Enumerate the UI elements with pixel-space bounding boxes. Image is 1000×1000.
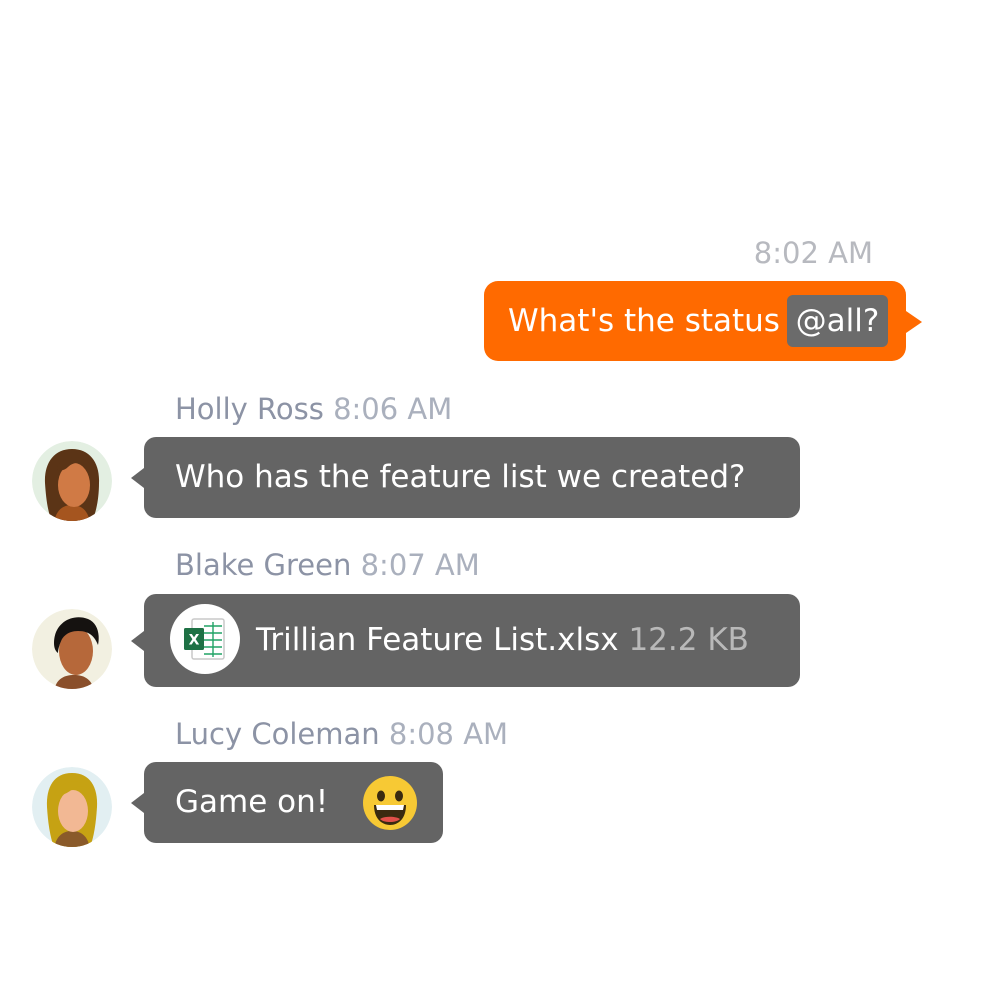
excel-file-icon[interactable]: X (170, 604, 240, 674)
outgoing-message-bubble[interactable]: What's the status @all? (484, 281, 922, 361)
incoming-message-bubble[interactable]: Who has the feature list we created? (131, 437, 800, 518)
message-timestamp: 8:06 AM (333, 392, 453, 426)
message-timestamp: 8:08 AM (388, 717, 509, 751)
message-meta: Lucy Coleman 8:08 AM (175, 715, 508, 753)
svg-text:X: X (189, 633, 200, 649)
lucy-avatar[interactable] (32, 767, 112, 847)
mention-chip[interactable]: @all? (787, 295, 888, 347)
sender-name[interactable]: Holly Ross (175, 392, 324, 426)
outgoing-message-text: What's the status (508, 303, 780, 339)
message-meta: Holly Ross 8:06 AM (175, 390, 452, 428)
holly-avatar[interactable] (32, 441, 112, 521)
message-text: Who has the feature list we created? (175, 459, 746, 495)
file-name[interactable]: Trillian Feature List.xlsx (256, 622, 619, 658)
blake-avatar[interactable] (32, 609, 112, 689)
incoming-message-bubble[interactable]: Game on! (131, 762, 443, 843)
message-timestamp: 8:07 AM (360, 548, 480, 582)
grinning-face-icon (362, 775, 418, 831)
file-attachment-label: Trillian Feature List.xlsx 12.2 KB (256, 620, 749, 660)
sender-name[interactable]: Lucy Coleman (175, 717, 380, 751)
message-text: Game on! (175, 784, 329, 820)
sender-name[interactable]: Blake Green (175, 548, 351, 582)
outgoing-timestamp: 8:02 AM (753, 236, 873, 270)
file-size: 12.2 KB (628, 622, 749, 658)
file-message-bubble[interactable]: X Trillian Feature List.xlsx 12.2 KB (131, 594, 800, 687)
message-meta: Blake Green 8:07 AM (175, 546, 480, 584)
